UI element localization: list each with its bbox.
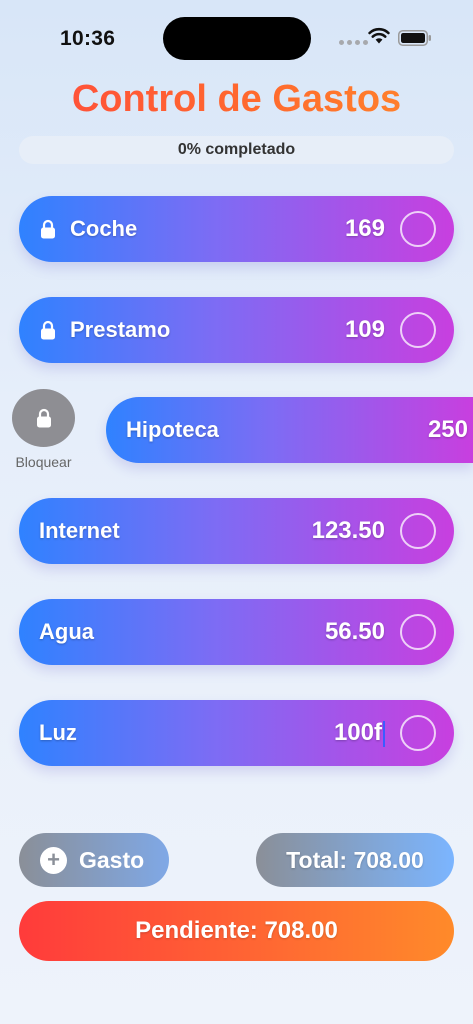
expense-name: Internet xyxy=(39,518,120,543)
lock-icon xyxy=(36,408,51,428)
progress-label: 0% completado xyxy=(177,141,296,158)
paid-checkbox[interactable] xyxy=(400,211,436,247)
progress-bar: 0% completado xyxy=(19,136,454,164)
add-expense-button[interactable]: + Gasto xyxy=(19,833,169,887)
expense-row-prestamo[interactable]: Prestamo 109 xyxy=(19,297,454,363)
status-time: 10:36 xyxy=(60,27,116,50)
pending-label: Pendiente: 708.00 xyxy=(135,917,338,944)
expense-name: Hipoteca xyxy=(126,417,219,442)
lock-action-label: Bloquear xyxy=(15,454,72,470)
lock-icon xyxy=(41,320,55,340)
expense-amount[interactable]: 123.50 xyxy=(312,517,385,545)
total-label: Total: 708.00 xyxy=(286,846,424,873)
expense-amount[interactable]: 250 xyxy=(428,416,468,444)
lock-action-button[interactable] xyxy=(12,389,75,447)
expense-row-coche[interactable]: Coche 169 xyxy=(19,196,454,262)
status-bar: 10:36 xyxy=(0,0,473,70)
paid-checkbox[interactable] xyxy=(400,513,436,549)
expense-name: Coche xyxy=(70,216,138,241)
text-cursor xyxy=(383,720,385,747)
expense-row-internet[interactable]: Internet 123.50 xyxy=(19,498,454,564)
expense-amount[interactable]: 56.50 xyxy=(325,618,385,646)
cellular-signal-icon xyxy=(339,40,368,45)
battery-icon xyxy=(398,30,431,46)
lock-icon xyxy=(41,219,55,239)
expense-amount-value: 100f xyxy=(333,719,382,746)
expense-amount[interactable]: 109 xyxy=(345,316,385,344)
expense-name: Prestamo xyxy=(70,317,171,342)
pending-badge: Pendiente: 708.00 xyxy=(19,901,454,961)
expense-row-luz[interactable]: Luz 100f xyxy=(19,700,454,766)
paid-checkbox[interactable] xyxy=(400,614,436,650)
plus-icon: + xyxy=(40,846,67,874)
expense-amount[interactable]: 169 xyxy=(345,215,385,243)
expense-amount-input[interactable]: 100f xyxy=(334,719,385,747)
expense-name: Agua xyxy=(39,619,94,644)
wifi-icon xyxy=(368,27,390,44)
dynamic-island xyxy=(163,17,311,60)
page-title: Control de Gastos xyxy=(0,78,473,121)
total-badge: Total: 708.00 xyxy=(256,833,454,887)
paid-checkbox[interactable] xyxy=(400,715,436,751)
add-expense-label: Gasto xyxy=(79,846,145,873)
paid-checkbox[interactable] xyxy=(400,312,436,348)
expense-name: Luz xyxy=(39,720,77,745)
expense-row-agua[interactable]: Agua 56.50 xyxy=(19,599,454,665)
expense-row-hipoteca[interactable]: Hipoteca 250 xyxy=(106,397,473,463)
